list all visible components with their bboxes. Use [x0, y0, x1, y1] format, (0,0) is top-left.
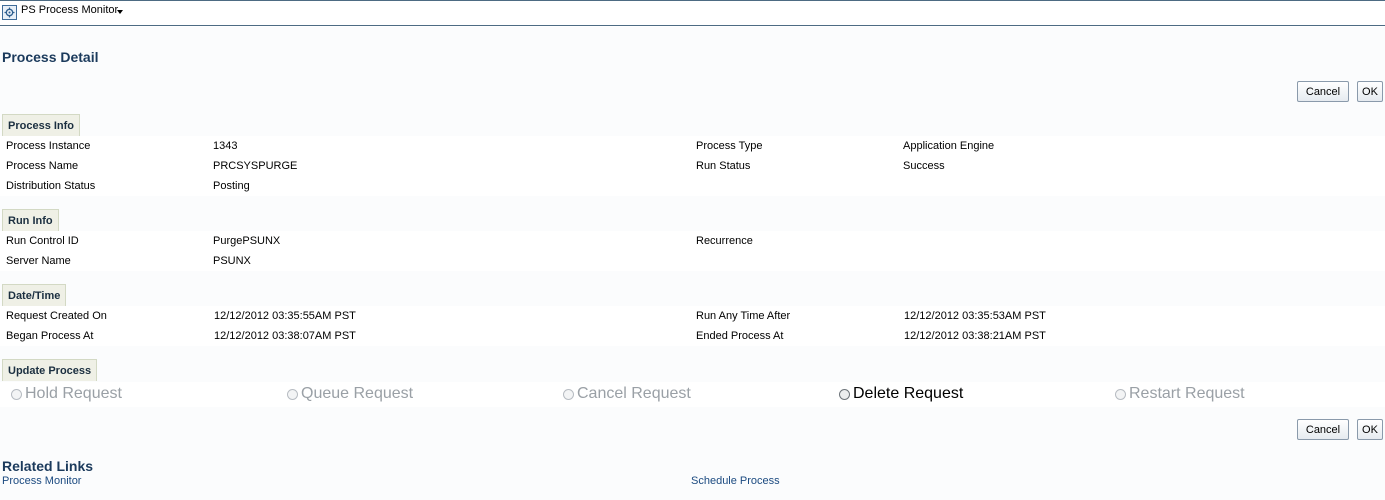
run-control-id-label: Run Control ID [6, 235, 79, 247]
began-process-value: 12/12/2012 03:38:07AM PST [214, 330, 356, 342]
distribution-status-value: Posting [213, 180, 250, 192]
began-process-label: Began Process At [6, 330, 94, 342]
distribution-status-label: Distribution Status [6, 180, 96, 192]
run-any-time-value: 12/12/2012 03:35:53AM PST [904, 310, 1046, 322]
radio-circle[interactable] [563, 388, 574, 400]
run-control-id-value: PurgePSUNX [213, 235, 281, 247]
cancel-request-label: Cancel Request [577, 385, 691, 402]
radio-circle[interactable] [287, 388, 298, 400]
hold-request-label: Hold Request [25, 385, 122, 402]
server-name-value: PSUNX [213, 255, 251, 267]
update-process-header: Update Process [2, 359, 98, 381]
radio-circle[interactable] [1115, 388, 1126, 400]
ended-process-label: Ended Process At [696, 330, 784, 342]
top-bar: PS Process Monitor [0, 0, 1385, 26]
hold-request-radio[interactable]: Hold Request [11, 385, 122, 403]
date-time-header: Date/Time [2, 284, 67, 306]
request-created-value: 12/12/2012 03:35:55AM PST [214, 310, 356, 322]
app-title[interactable]: PS Process Monitor [21, 4, 118, 16]
process-monitor-link[interactable]: Process Monitor [2, 475, 81, 487]
ended-process-value: 12/12/2012 03:38:21AM PST [904, 330, 1046, 342]
process-instance-value: 1343 [213, 140, 238, 152]
process-type-label: Process Type [696, 140, 763, 152]
run-any-time-label: Run Any Time After [696, 310, 791, 322]
date-time-section [0, 306, 1385, 346]
radio-circle[interactable] [839, 388, 850, 400]
process-info-header: Process Info [2, 114, 81, 136]
restart-request-radio[interactable]: Restart Request [1115, 385, 1245, 403]
chevron-down-icon[interactable] [117, 10, 123, 14]
related-links-title: Related Links [2, 458, 94, 474]
cancel-button-top[interactable]: Cancel [1297, 81, 1349, 102]
process-info-section [0, 136, 1385, 196]
schedule-process-link[interactable]: Schedule Process [691, 475, 780, 487]
run-status-value: Success [903, 160, 945, 172]
process-type-value: Application Engine [903, 140, 995, 152]
process-monitor-icon[interactable] [2, 5, 17, 20]
page-title: Process Detail [2, 49, 99, 65]
queue-request-label: Queue Request [301, 385, 414, 402]
restart-request-label: Restart Request [1129, 385, 1245, 402]
run-info-section [0, 231, 1385, 271]
ok-button-top[interactable]: OK [1357, 81, 1383, 102]
run-info-header: Run Info [2, 209, 59, 231]
delete-request-radio[interactable]: Delete Request [839, 385, 963, 403]
cancel-request-radio[interactable]: Cancel Request [563, 385, 691, 403]
server-name-label: Server Name [6, 255, 71, 267]
recurrence-label: Recurrence [696, 235, 753, 247]
ok-button-bottom[interactable]: OK [1357, 419, 1383, 440]
run-status-label: Run Status [696, 160, 751, 172]
process-name-label: Process Name [6, 160, 79, 172]
process-instance-label: Process Instance [6, 140, 91, 152]
process-name-value: PRCSYSPURGE [213, 160, 298, 172]
request-created-label: Request Created On [6, 310, 107, 322]
cancel-button-bottom[interactable]: Cancel [1297, 419, 1349, 440]
radio-circle[interactable] [11, 388, 22, 400]
queue-request-radio[interactable]: Queue Request [287, 385, 413, 403]
delete-request-label: Delete Request [853, 385, 964, 402]
